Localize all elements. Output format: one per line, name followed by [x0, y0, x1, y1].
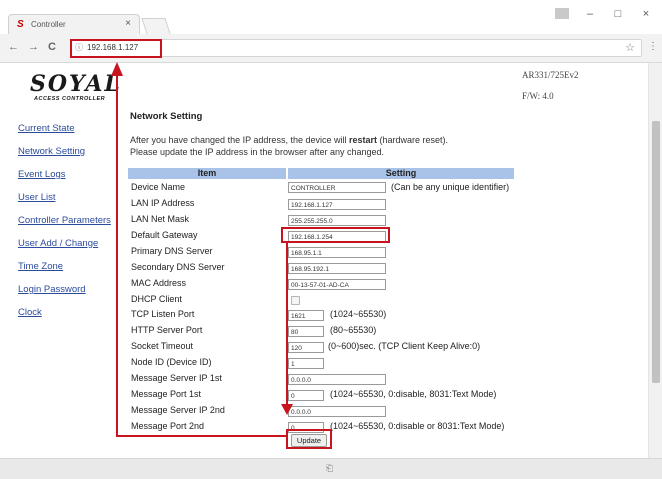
label-socket-timeout: Socket Timeout	[131, 341, 194, 351]
soyal-logo: SOYAL	[30, 71, 122, 97]
label-default-gateway: Default Gateway	[131, 230, 198, 240]
status-bar: ⎗	[0, 458, 662, 479]
http-server-port-input[interactable]: 80	[288, 326, 324, 337]
annotation-line-bottom	[116, 435, 286, 437]
mac-address-input[interactable]: 00-13-57-01-AD-CA	[288, 279, 386, 290]
label-mac-address: MAC Address	[131, 278, 187, 288]
tab-title: Controller	[31, 20, 66, 29]
label-secondary-dns: Secondary DNS Server	[131, 262, 225, 272]
device-name-hint: (Can be any unique identifier)	[391, 182, 510, 192]
message-port-2nd-hint: (1024~65530, 0:disable or 8031:Text Mode…	[330, 421, 505, 431]
reload-icon[interactable]: C	[48, 41, 56, 53]
socket-timeout-input[interactable]: 120	[288, 342, 324, 353]
annotation-line-vertical	[116, 74, 118, 436]
notice-text-b: (hardware reset).	[376, 135, 449, 145]
bookmark-star-icon[interactable]: ☆	[625, 41, 635, 54]
http-server-port-hint: (80~65530)	[330, 325, 377, 335]
browser-menu-icon[interactable]: ⋮	[648, 41, 658, 52]
message-server-ip-2nd-input[interactable]: 0.0.0.0	[288, 406, 386, 417]
page-title: Network Setting	[130, 111, 203, 122]
label-primary-dns: Primary DNS Server	[131, 246, 213, 256]
annotation-box-address	[70, 39, 162, 58]
sidebar-item-event-logs[interactable]: Event Logs	[18, 169, 66, 180]
page-viewport: SOYAL ACCESS CONTROLLER AR331/725Ev2 F/W…	[0, 63, 648, 458]
tcp-listen-port-input[interactable]: 1621	[288, 310, 324, 321]
label-tcp-listen-port: TCP Listen Port	[131, 309, 195, 319]
sidebar-item-login-password[interactable]: Login Password	[18, 284, 86, 295]
label-dhcp-client: DHCP Client	[131, 294, 182, 304]
status-page-icon: ⎗	[326, 463, 334, 473]
annotation-box-gateway	[281, 227, 390, 243]
primary-dns-input[interactable]: 168.95.1.1	[288, 247, 386, 258]
label-lan-netmask: LAN Net Mask	[131, 214, 190, 224]
label-message-server-ip-2nd: Message Server IP 2nd	[131, 405, 225, 415]
label-http-server-port: HTTP Server Port	[131, 325, 203, 335]
dhcp-client-checkbox[interactable]	[291, 296, 300, 305]
device-name-input[interactable]: CONTROLLER	[288, 182, 386, 193]
forward-icon[interactable]: →	[28, 41, 39, 53]
sidebar-item-user-list[interactable]: User List	[18, 192, 55, 203]
tcp-listen-port-hint: (1024~65530)	[330, 309, 387, 319]
table-header-item: Item	[128, 168, 286, 179]
label-node-id: Node ID (Device ID)	[131, 357, 212, 367]
sidebar-item-current-state[interactable]: Current State	[18, 123, 75, 134]
minimize-button[interactable]: –	[580, 8, 600, 20]
lan-ip-input[interactable]: 192.168.1.127	[288, 199, 386, 210]
sidebar-item-clock[interactable]: Clock	[18, 307, 42, 318]
table-header-setting: Setting	[288, 168, 514, 179]
tab-close-icon[interactable]: ×	[125, 18, 131, 29]
label-message-server-ip-1st: Message Server IP 1st	[131, 373, 222, 383]
label-message-port-1st: Message Port 1st	[131, 389, 202, 399]
firmware-version: F/W: 4.0	[522, 91, 554, 101]
user-profile-icon[interactable]	[555, 8, 569, 19]
sidebar-item-controller-parameters[interactable]: Controller Parameters	[18, 215, 111, 226]
page-scrollbar[interactable]	[648, 63, 662, 458]
label-message-port-2nd: Message Port 2nd	[131, 421, 205, 431]
message-port-1st-input[interactable]: 0	[288, 390, 324, 401]
device-model: AR331/725Ev2	[522, 70, 579, 80]
scrollbar-thumb[interactable]	[652, 121, 660, 383]
annotation-box-update	[286, 429, 332, 449]
browser-tabstrip: S Controller × – □ ×	[0, 0, 662, 35]
ip-change-notice: After you have changed the IP address, t…	[130, 134, 448, 158]
maximize-button[interactable]: □	[608, 8, 628, 20]
notice-text-a: After you have changed the IP address, t…	[130, 135, 349, 145]
soyal-favicon-icon: S	[17, 19, 24, 30]
logo-subtitle: ACCESS CONTROLLER	[34, 96, 106, 102]
socket-timeout-hint: (0~600)sec. (TCP Client Keep Alive:0)	[328, 341, 481, 351]
annotation-line-gateway	[286, 243, 288, 405]
close-window-button[interactable]: ×	[636, 8, 656, 20]
secondary-dns-input[interactable]: 168.95.192.1	[288, 263, 386, 274]
notice-text-bold: restart	[348, 135, 377, 145]
message-server-ip-1st-input[interactable]: 0.0.0.0	[288, 374, 386, 385]
label-device-name: Device Name	[131, 182, 186, 192]
notice-text-line2: Please update the IP address in the brow…	[130, 147, 384, 157]
sidebar-item-network-setting[interactable]: Network Setting	[18, 146, 85, 157]
node-id-input[interactable]: 1	[288, 358, 324, 369]
new-tab-button[interactable]	[141, 18, 171, 34]
browser-tab[interactable]: S Controller ×	[8, 14, 140, 35]
message-port-1st-hint: (1024~65530, 0:disable, 8031:Text Mode)	[330, 389, 497, 399]
label-lan-ip: LAN IP Address	[131, 198, 195, 208]
lan-netmask-input[interactable]: 255.255.255.0	[288, 215, 386, 226]
sidebar-item-time-zone[interactable]: Time Zone	[18, 261, 63, 272]
sidebar-item-user-add-change[interactable]: User Add / Change	[18, 238, 98, 249]
back-icon[interactable]: ←	[8, 41, 19, 53]
